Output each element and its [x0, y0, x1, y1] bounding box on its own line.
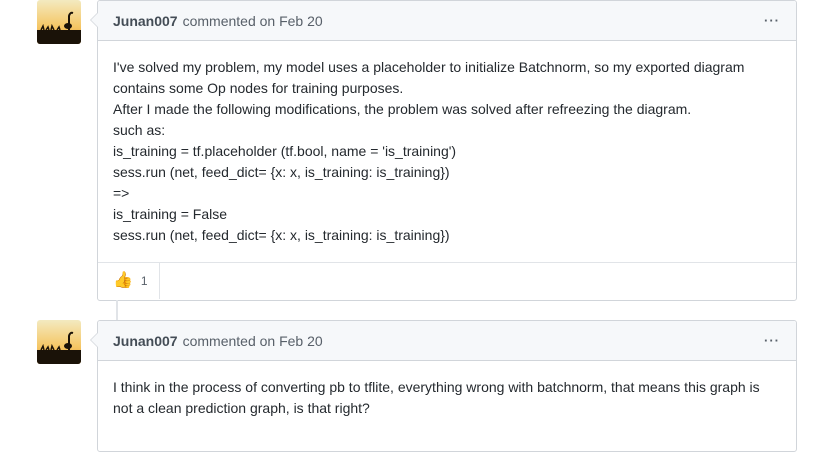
comment-line: such as: — [113, 122, 166, 138]
comment-header: Junan007 commented on Feb 20 ··· — [98, 1, 796, 41]
comment-box: Junan007 commented on Feb 20 ··· I think… — [90, 320, 797, 452]
avatar[interactable] — [37, 320, 81, 364]
timeline-connector — [116, 300, 118, 320]
comment-author[interactable]: Junan007 — [113, 333, 178, 349]
comment-action: commented on — [182, 12, 276, 29]
comment-line: sess.run (net, feed_dict= {x: x, is_trai… — [113, 227, 450, 243]
thumbs-up-icon: 👍 — [113, 272, 133, 289]
more-options-icon[interactable]: ··· — [764, 333, 780, 348]
comment-date[interactable]: Feb 20 — [279, 333, 323, 349]
comment-line: => — [113, 185, 130, 201]
comment-date[interactable]: Feb 20 — [279, 13, 323, 29]
comment-body: I think in the process of converting pb … — [98, 361, 796, 435]
comment-body: I've solved my problem, my model uses a … — [98, 41, 796, 262]
comment-line: contains some Op nodes for training purp… — [113, 80, 404, 96]
comment-action: commented on — [182, 332, 276, 349]
comment-box: Junan007 commented on Feb 20 ··· I've so… — [90, 0, 797, 301]
comment-line: I've solved my problem, my model uses a … — [113, 59, 745, 75]
reactions-bar: 👍 1 — [98, 262, 796, 299]
avatar[interactable] — [37, 0, 81, 44]
comment-header: Junan007 commented on Feb 20 ··· — [98, 321, 796, 361]
thumbs-up-reaction-button[interactable]: 👍 1 — [98, 263, 160, 299]
comment-author[interactable]: Junan007 — [113, 13, 178, 29]
comment-line: sess.run (net, feed_dict= {x: x, is_trai… — [113, 164, 450, 180]
more-options-icon[interactable]: ··· — [764, 13, 780, 28]
comment-line: After I made the following modifications… — [113, 101, 692, 117]
comment-arrow-fill — [91, 13, 98, 27]
comment-line: is_training = False — [113, 206, 228, 222]
comment-line: I think in the process of converting pb … — [113, 379, 760, 395]
comment-line: not a clean prediction graph, is that ri… — [113, 400, 370, 416]
comment-line: is_training = tf.placeholder (tf.bool, n… — [113, 143, 457, 159]
comment-arrow-fill — [91, 333, 98, 347]
reaction-count: 1 — [140, 274, 148, 288]
